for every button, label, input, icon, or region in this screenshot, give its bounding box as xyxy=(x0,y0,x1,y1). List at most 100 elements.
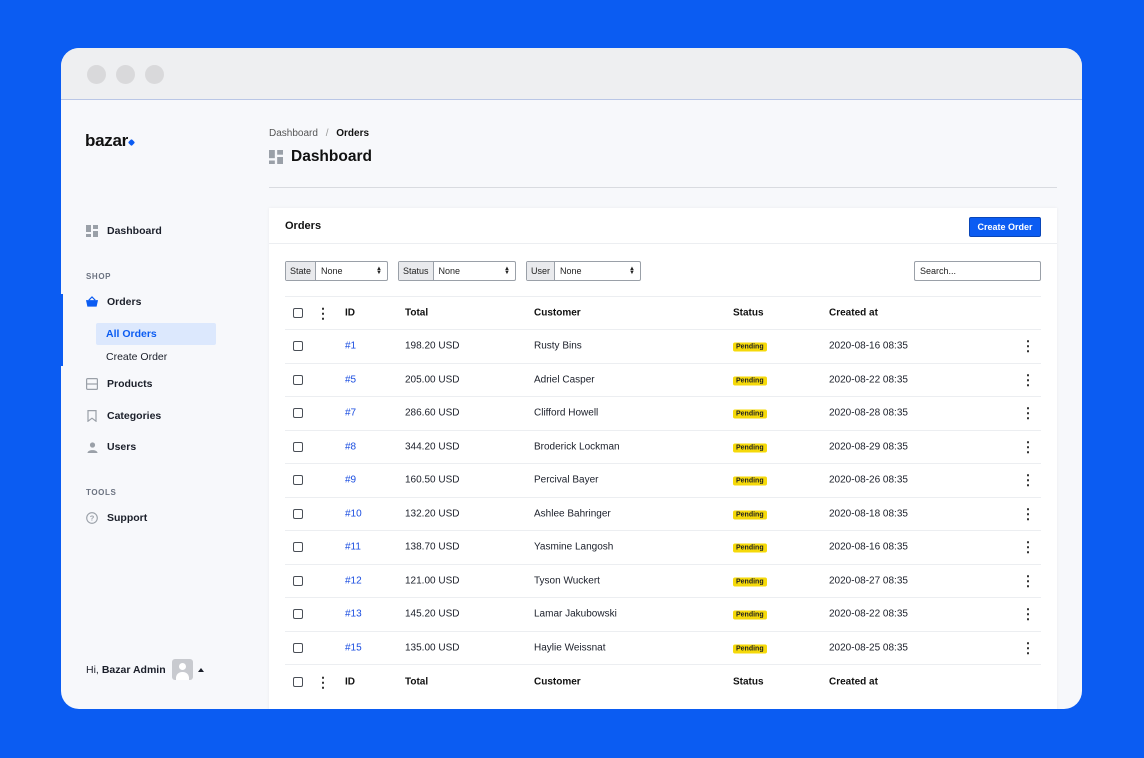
state-filter[interactable]: State None ▲ ▼ xyxy=(285,261,388,281)
logo[interactable]: bazar xyxy=(85,131,135,151)
row-actions-icon[interactable]: ⋮ xyxy=(1021,438,1035,455)
search-input[interactable] xyxy=(914,261,1041,281)
column-footer-customer: Customer xyxy=(534,676,581,688)
sidebar-section-tools: TOOLS xyxy=(86,488,117,497)
sidebar-item-categories[interactable]: Categories xyxy=(86,410,161,422)
row-checkbox[interactable] xyxy=(293,441,303,452)
row-actions-icon[interactable]: ⋮ xyxy=(1021,472,1035,489)
state-filter-value[interactable]: None ▲ ▼ xyxy=(316,262,387,280)
order-id-link[interactable]: #9 xyxy=(345,475,356,486)
column-footer-created: Created at xyxy=(829,676,878,688)
sidebar-item-create-order[interactable]: Create Order xyxy=(96,346,216,368)
divider xyxy=(269,187,1057,188)
window-minimize-dot[interactable] xyxy=(116,65,135,84)
order-id-link[interactable]: #10 xyxy=(345,508,362,519)
table-row[interactable]: #1 198.20 USD Rusty Bins Pending 2020-08-16 … xyxy=(285,330,1041,364)
window-maximize-dot[interactable] xyxy=(145,65,164,84)
order-total: 160.50 USD xyxy=(405,474,460,486)
row-checkbox[interactable] xyxy=(293,609,303,620)
column-header-customer[interactable]: Customer xyxy=(534,308,581,319)
table-row[interactable]: #10 132.20 USD Ashlee Bahringer Pending 2020… xyxy=(285,498,1041,531)
breadcrumb-dashboard[interactable]: Dashboard xyxy=(269,128,318,139)
status-badge: Pending xyxy=(733,644,767,654)
select-all-checkbox[interactable] xyxy=(293,676,303,687)
window-close-dot[interactable] xyxy=(87,65,106,84)
table-row[interactable]: #15 135.00 USD Haylie Weissnat Pending 2020-… xyxy=(285,632,1041,665)
order-created-at: 2020-08-22 08:35 xyxy=(829,608,908,620)
row-checkbox[interactable] xyxy=(293,341,303,352)
dashboard-icon xyxy=(86,225,98,237)
row-actions-icon[interactable]: ⋮ xyxy=(1021,405,1035,422)
order-id-link[interactable]: #8 xyxy=(345,441,356,452)
row-actions-icon[interactable]: ⋮ xyxy=(1021,338,1035,355)
order-id-link[interactable]: #1 xyxy=(345,341,356,352)
column-footer-status: Status xyxy=(733,676,764,688)
caret-up-icon[interactable] xyxy=(197,667,204,672)
order-created-at: 2020-08-16 08:35 xyxy=(829,340,908,352)
table-row[interactable]: #7 286.60 USD Clifford Howell Pending 2020-0… xyxy=(285,397,1041,431)
browser-window: bazar Dashboard SHOP Orders All Orders C… xyxy=(61,48,1082,709)
order-id-link[interactable]: #7 xyxy=(345,408,356,419)
order-id-link[interactable]: #13 xyxy=(345,609,362,620)
column-header-id[interactable]: ID xyxy=(345,308,355,319)
row-checkbox[interactable] xyxy=(293,542,303,553)
row-checkbox[interactable] xyxy=(293,642,303,653)
row-checkbox[interactable] xyxy=(293,575,303,586)
sidebar-item-products[interactable]: Products xyxy=(86,378,153,390)
user-filter-value[interactable]: None ▲ ▼ xyxy=(555,262,640,280)
table-row[interactable]: #12 121.00 USD Tyson Wuckert Pending 2020-08… xyxy=(285,565,1041,598)
row-actions-icon[interactable]: ⋮ xyxy=(1021,371,1035,388)
row-checkbox[interactable] xyxy=(293,508,303,519)
order-id-link[interactable]: #11 xyxy=(345,542,361,553)
bulk-actions-icon[interactable]: ⋮ xyxy=(316,306,330,320)
user-filter[interactable]: User None ▲ ▼ xyxy=(526,261,641,281)
table-body: #1 198.20 USD Rusty Bins Pending 2020-08-16 … xyxy=(285,330,1041,665)
table-row[interactable]: #9 160.50 USD Percival Bayer Pending 2020-08… xyxy=(285,464,1041,498)
row-actions-icon[interactable]: ⋮ xyxy=(1021,606,1035,623)
row-checkbox[interactable] xyxy=(293,374,303,385)
order-id-link[interactable]: #15 xyxy=(345,642,362,653)
row-actions-icon[interactable]: ⋮ xyxy=(1021,505,1035,522)
user-menu[interactable]: Hi, Bazar Admin xyxy=(86,659,204,680)
status-filter-label: Status xyxy=(399,262,434,280)
sidebar-item-users[interactable]: Users xyxy=(86,441,136,453)
order-id-link[interactable]: #5 xyxy=(345,374,356,385)
status-badge-wrap: Pending xyxy=(733,374,767,386)
column-header-total[interactable]: Total xyxy=(405,308,428,319)
sidebar-item-orders[interactable]: Orders xyxy=(86,296,141,308)
help-circle-icon: ? xyxy=(86,512,98,524)
status-badge: Pending xyxy=(733,543,767,553)
row-actions-icon[interactable]: ⋮ xyxy=(1021,572,1035,589)
column-header-created[interactable]: Created at xyxy=(829,308,878,319)
create-order-button[interactable]: Create Order xyxy=(969,217,1041,237)
sidebar-item-label: Orders xyxy=(107,296,142,308)
status-badge: Pending xyxy=(733,376,767,386)
row-actions-icon[interactable]: ⋮ xyxy=(1021,639,1035,656)
select-all-checkbox[interactable] xyxy=(293,308,303,318)
status-filter-value[interactable]: None ▲ ▼ xyxy=(434,262,515,280)
sidebar-item-support[interactable]: ? Support xyxy=(86,512,147,524)
table-row[interactable]: #13 145.20 USD Lamar Jakubowski Pending 2020… xyxy=(285,598,1041,632)
table-row[interactable]: #11 138.70 USD Yasmine Langosh Pending 2020-… xyxy=(285,531,1041,565)
sidebar-item-all-orders[interactable]: All Orders xyxy=(96,323,216,345)
sidebar-item-dashboard[interactable]: Dashboard xyxy=(86,225,162,237)
table-row[interactable]: #8 344.20 USD Broderick Lockman Pending 2020… xyxy=(285,431,1041,464)
order-customer: Tyson Wuckert xyxy=(534,575,600,587)
table-footer-row: ⋮ ID Total Customer Status Created at xyxy=(285,665,1041,699)
order-created-at: 2020-08-16 08:35 xyxy=(829,541,908,553)
order-id-link[interactable]: #12 xyxy=(345,575,362,586)
greeting: Hi, xyxy=(86,663,99,676)
bulk-actions-icon[interactable]: ⋮ xyxy=(316,675,330,689)
row-checkbox[interactable] xyxy=(293,475,303,486)
sidebar-item-label: Users xyxy=(107,441,137,453)
row-actions-icon[interactable]: ⋮ xyxy=(1021,539,1035,556)
order-total: 145.20 USD xyxy=(405,608,460,620)
order-total: 135.00 USD xyxy=(405,642,460,654)
avatar[interactable] xyxy=(171,659,193,680)
table-row[interactable]: #5 205.00 USD Adriel Casper Pending 2020-08-… xyxy=(285,364,1041,397)
user-name: Bazar Admin xyxy=(101,663,166,676)
row-checkbox[interactable] xyxy=(293,408,303,419)
status-filter[interactable]: Status None ▲ ▼ xyxy=(398,261,516,281)
sidebar-item-label: Products xyxy=(107,378,153,390)
column-header-status[interactable]: Status xyxy=(733,308,764,319)
